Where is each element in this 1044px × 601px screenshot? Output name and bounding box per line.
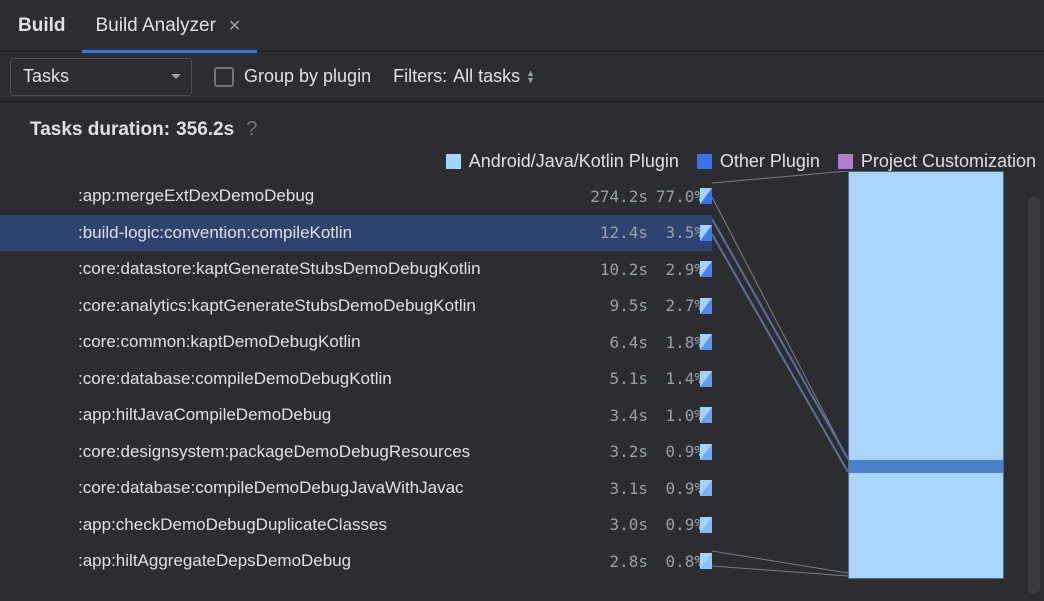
task-name: :build-logic:convention:compileKotlin: [78, 223, 578, 243]
task-row[interactable]: :build-logic:convention:compileKotlin12.…: [0, 215, 712, 252]
task-duration: 12.4s: [578, 223, 648, 242]
task-row[interactable]: :core:database:compileDemoDebugJavaWithJ…: [0, 470, 712, 507]
task-percent: 1.8%: [648, 333, 704, 352]
task-row[interactable]: :core:analytics:kaptGenerateStubsDemoDeb…: [0, 288, 712, 325]
task-duration: 10.2s: [578, 260, 648, 279]
chart-area: [712, 178, 1044, 583]
task-chip-icon: [700, 371, 712, 387]
tab-build[interactable]: Build: [6, 0, 78, 52]
task-name: :core:database:compileDemoDebugKotlin: [78, 369, 578, 389]
task-chip-icon: [700, 298, 712, 314]
task-percent: 0.9%: [648, 515, 704, 534]
duration-value: 356.2s: [176, 119, 234, 141]
task-duration: 9.5s: [578, 296, 648, 315]
help-icon[interactable]: ?: [246, 118, 257, 141]
group-by-plugin-checkbox[interactable]: Group by plugin: [214, 66, 371, 87]
task-name: :app:checkDemoDebugDuplicateClasses: [78, 515, 578, 535]
task-percent: 1.4%: [648, 369, 704, 388]
task-duration: 3.1s: [578, 479, 648, 498]
close-icon[interactable]: ✕: [228, 16, 241, 36]
task-duration: 3.0s: [578, 515, 648, 534]
legend-item: Project Customization: [838, 151, 1036, 172]
task-chip-icon: [700, 225, 712, 241]
task-duration: 6.4s: [578, 333, 648, 352]
task-row[interactable]: :app:mergeExtDexDemoDebug274.2s77.0%: [0, 178, 712, 215]
task-duration: 5.1s: [578, 369, 648, 388]
task-percent: 0.9%: [648, 442, 704, 461]
task-chip-icon: [700, 407, 712, 423]
task-row[interactable]: :app:hiltJavaCompileDemoDebug3.4s1.0%: [0, 397, 712, 434]
legend-label: Android/Java/Kotlin Plugin: [469, 151, 679, 172]
task-percent: 1.0%: [648, 406, 704, 425]
task-name: :core:database:compileDemoDebugJavaWithJ…: [78, 478, 578, 498]
task-list: :app:mergeExtDexDemoDebug274.2s77.0%:bui…: [0, 178, 712, 583]
task-duration: 3.2s: [578, 442, 648, 461]
legend-swatch: [838, 154, 853, 169]
tasks-duration-header: Tasks duration: 356.2s ?: [0, 102, 1044, 151]
checkbox-icon: [214, 67, 234, 87]
task-duration: 274.2s: [578, 187, 648, 206]
toolbar: Tasks Group by plugin Filters: All tasks…: [0, 52, 1044, 102]
legend-item: Android/Java/Kotlin Plugin: [446, 151, 679, 172]
task-chip-icon: [700, 553, 712, 569]
task-chip-icon: [700, 188, 712, 204]
task-row[interactable]: :core:designsystem:packageDemoDebugResou…: [0, 434, 712, 471]
chart-bar[interactable]: [848, 171, 1004, 579]
task-row[interactable]: :core:datastore:kaptGenerateStubsDemoDeb…: [0, 251, 712, 288]
task-name: :core:analytics:kaptGenerateStubsDemoDeb…: [78, 296, 578, 316]
legend-item: Other Plugin: [697, 151, 820, 172]
task-name: :app:hiltJavaCompileDemoDebug: [78, 405, 578, 425]
task-percent: 2.9%: [648, 260, 704, 279]
tab-label: Build: [18, 15, 66, 37]
duration-label: Tasks duration:: [30, 119, 170, 141]
content-area: :app:mergeExtDexDemoDebug274.2s77.0%:bui…: [0, 178, 1044, 583]
filters-prefix: Filters:: [393, 66, 447, 87]
task-percent: 3.5%: [648, 223, 704, 242]
task-name: :app:hiltAggregateDepsDemoDebug: [78, 551, 578, 571]
task-percent: 2.7%: [648, 296, 704, 315]
task-name: :core:common:kaptDemoDebugKotlin: [78, 332, 578, 352]
sort-icon: ▲▼: [526, 70, 535, 84]
task-percent: 77.0%: [648, 187, 704, 206]
legend-swatch: [446, 154, 461, 169]
scrollbar[interactable]: [1028, 196, 1040, 594]
task-row[interactable]: :core:database:compileDemoDebugKotlin5.1…: [0, 361, 712, 398]
task-duration: 3.4s: [578, 406, 648, 425]
filters-dropdown[interactable]: Filters: All tasks ▲▼: [393, 66, 535, 87]
filters-value: All tasks: [453, 66, 520, 87]
checkbox-label: Group by plugin: [244, 66, 371, 87]
view-dropdown[interactable]: Tasks: [10, 58, 192, 96]
task-chip-icon: [700, 334, 712, 350]
dropdown-value: Tasks: [23, 66, 69, 87]
task-percent: 0.8%: [648, 552, 704, 571]
task-percent: 0.9%: [648, 479, 704, 498]
task-name: :core:datastore:kaptGenerateStubsDemoDeb…: [78, 259, 578, 279]
tab-label: Build Analyzer: [96, 15, 216, 37]
tab-bar: Build Build Analyzer ✕: [0, 0, 1044, 52]
task-name: :app:mergeExtDexDemoDebug: [78, 186, 578, 206]
task-chip-icon: [700, 480, 712, 496]
task-row[interactable]: :app:checkDemoDebugDuplicateClasses3.0s0…: [0, 507, 712, 544]
task-duration: 2.8s: [578, 552, 648, 571]
task-name: :core:designsystem:packageDemoDebugResou…: [78, 442, 578, 462]
legend-swatch: [697, 154, 712, 169]
legend-label: Other Plugin: [720, 151, 820, 172]
task-row[interactable]: :app:hiltAggregateDepsDemoDebug2.8s0.8%: [0, 543, 712, 580]
legend-label: Project Customization: [861, 151, 1036, 172]
task-row[interactable]: :core:common:kaptDemoDebugKotlin6.4s1.8%: [0, 324, 712, 361]
task-chip-icon: [700, 444, 712, 460]
chevron-down-icon: [171, 74, 181, 79]
tab-build-analyzer[interactable]: Build Analyzer ✕: [78, 0, 260, 52]
task-chip-icon: [700, 261, 712, 277]
task-chip-icon: [700, 517, 712, 533]
